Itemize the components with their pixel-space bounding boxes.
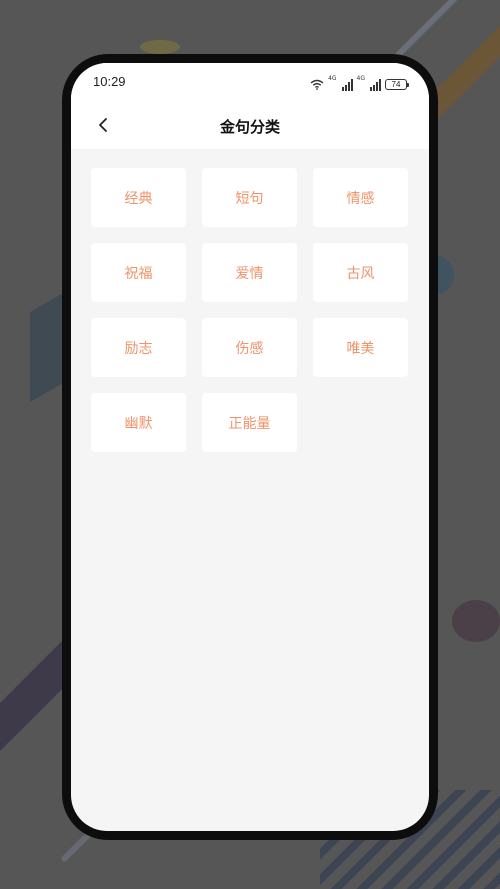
network-type: 4G bbox=[328, 75, 337, 82]
status-bar: 10:29 4G 4G 74 bbox=[71, 63, 429, 103]
phone-frame: 10:29 4G 4G 74 金句分类 经典 短句 情感 祝福 爱情 古风 励志… bbox=[62, 54, 438, 840]
category-item[interactable]: 爱情 bbox=[202, 243, 297, 302]
battery-icon: 74 bbox=[385, 79, 409, 90]
category-item[interactable]: 情感 bbox=[313, 168, 408, 227]
decor-blob bbox=[452, 600, 500, 642]
decor-blob bbox=[140, 40, 180, 54]
category-item[interactable]: 古风 bbox=[313, 243, 408, 302]
category-item[interactable]: 伤感 bbox=[202, 318, 297, 377]
category-item[interactable]: 短句 bbox=[202, 168, 297, 227]
signal-icon bbox=[370, 78, 381, 91]
category-grid: 经典 短句 情感 祝福 爱情 古风 励志 伤感 唯美 幽默 正能量 bbox=[71, 149, 429, 452]
wifi-icon bbox=[310, 75, 324, 94]
status-time: 10:29 bbox=[93, 74, 126, 89]
signal-icon bbox=[341, 78, 353, 91]
category-item[interactable]: 祝福 bbox=[91, 243, 186, 302]
category-item[interactable]: 唯美 bbox=[313, 318, 408, 377]
status-icons: 4G 4G 74 bbox=[310, 75, 409, 94]
network-type: 4G bbox=[356, 75, 365, 82]
phone-screen: 10:29 4G 4G 74 金句分类 经典 短句 情感 祝福 爱情 古风 励志… bbox=[71, 63, 429, 831]
page-title: 金句分类 bbox=[219, 117, 280, 136]
category-item[interactable]: 经典 bbox=[91, 168, 186, 227]
category-item[interactable]: 励志 bbox=[91, 318, 186, 377]
back-button[interactable] bbox=[91, 115, 115, 139]
category-item[interactable]: 正能量 bbox=[202, 393, 297, 452]
nav-bar: 金句分类 bbox=[71, 103, 429, 149]
chevron-left-icon bbox=[97, 117, 109, 137]
category-item[interactable]: 幽默 bbox=[91, 393, 186, 452]
